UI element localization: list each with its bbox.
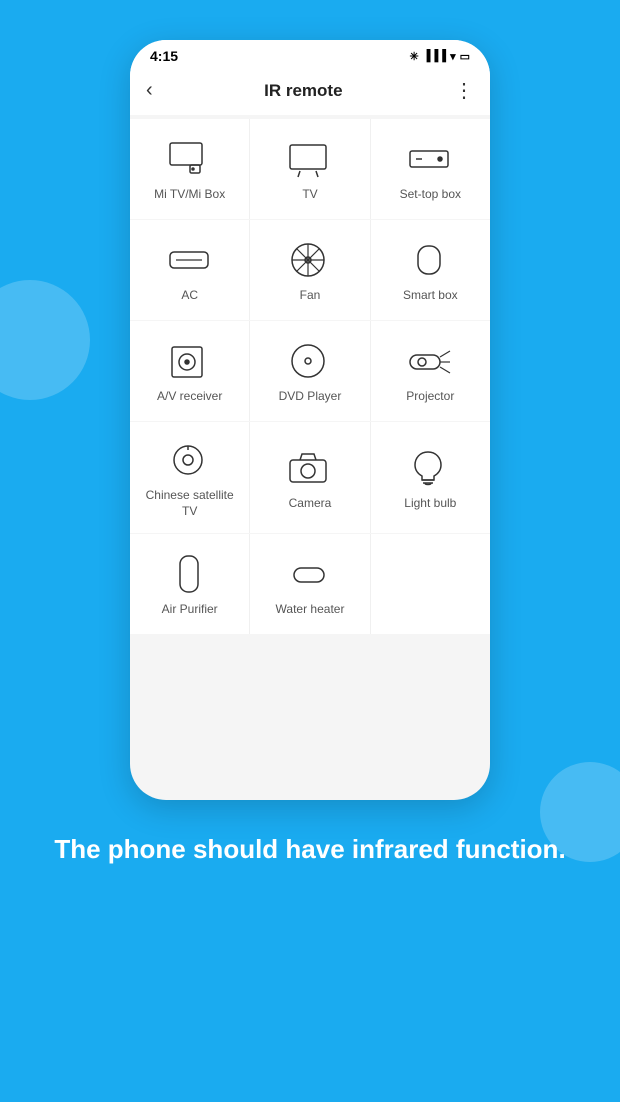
mi-tv-icon bbox=[166, 139, 214, 179]
grid-row-1: Mi TV/Mi Box TV bbox=[130, 119, 490, 219]
waterheater-label: Water heater bbox=[276, 602, 345, 618]
tv-label: TV bbox=[302, 187, 317, 203]
lightbulb-icon bbox=[406, 448, 454, 488]
empty-cell bbox=[371, 534, 490, 634]
lightbulb-label: Light bulb bbox=[404, 496, 456, 512]
page-title: IR remote bbox=[264, 81, 342, 101]
grid-row-5: Air Purifier Water heater bbox=[130, 534, 490, 634]
satellite-cell[interactable]: Chinese satellite TV bbox=[130, 422, 249, 533]
avreceiver-icon bbox=[166, 341, 214, 381]
smartbox-icon bbox=[406, 240, 454, 280]
smartbox-cell[interactable]: Smart box bbox=[371, 220, 490, 320]
settop-label: Set-top box bbox=[400, 187, 461, 203]
waterheater-icon bbox=[286, 554, 334, 594]
bluetooth-icon: ✳ bbox=[409, 50, 418, 63]
status-bar: 4:15 ✳ ▐▐▐ ▾ ▭ bbox=[130, 40, 490, 68]
dvd-label: DVD Player bbox=[279, 389, 342, 405]
grid-row-2: AC Fan bbox=[130, 220, 490, 320]
projector-icon bbox=[406, 341, 454, 381]
fan-cell[interactable]: Fan bbox=[250, 220, 369, 320]
camera-icon bbox=[286, 448, 334, 488]
ac-cell[interactable]: AC bbox=[130, 220, 249, 320]
waterheater-cell[interactable]: Water heater bbox=[250, 534, 369, 634]
status-time: 4:15 bbox=[150, 48, 178, 64]
header: ‹ IR remote ⋮ bbox=[130, 68, 490, 115]
back-button[interactable]: ‹ bbox=[146, 79, 153, 102]
grid-row-3: A/V receiver DVD Player bbox=[130, 321, 490, 421]
dvd-cell[interactable]: DVD Player bbox=[250, 321, 369, 421]
wifi-icon: ▾ bbox=[450, 50, 456, 63]
camera-cell[interactable]: Camera bbox=[250, 422, 369, 533]
bottom-caption: The phone should have infrared function. bbox=[14, 800, 605, 887]
airpurifier-icon bbox=[166, 554, 214, 594]
fan-icon bbox=[286, 240, 334, 280]
ac-icon bbox=[166, 240, 214, 280]
mi-tv-label: Mi TV/Mi Box bbox=[154, 187, 225, 203]
camera-label: Camera bbox=[289, 496, 332, 512]
avreceiver-label: A/V receiver bbox=[157, 389, 222, 405]
tv-cell[interactable]: TV bbox=[250, 119, 369, 219]
fan-label: Fan bbox=[300, 288, 321, 304]
phone-frame: 4:15 ✳ ▐▐▐ ▾ ▭ ‹ IR remote ⋮ bbox=[130, 40, 490, 800]
grid-row-4: Chinese satellite TV Camera bbox=[130, 422, 490, 533]
empty-icon bbox=[406, 562, 454, 602]
device-grid: Mi TV/Mi Box TV bbox=[130, 115, 490, 639]
more-menu-button[interactable]: ⋮ bbox=[454, 78, 474, 103]
smartbox-label: Smart box bbox=[403, 288, 458, 304]
avreceiver-cell[interactable]: A/V receiver bbox=[130, 321, 249, 421]
projector-cell[interactable]: Projector bbox=[371, 321, 490, 421]
signal-bars-icon: ▐▐▐ bbox=[423, 50, 446, 62]
ac-label: AC bbox=[181, 288, 198, 304]
dvd-icon bbox=[286, 341, 334, 381]
satellite-icon bbox=[166, 440, 214, 480]
settop-cell[interactable]: Set-top box bbox=[371, 119, 490, 219]
lightbulb-cell[interactable]: Light bulb bbox=[371, 422, 490, 533]
settop-icon bbox=[406, 139, 454, 179]
status-icons: ✳ ▐▐▐ ▾ ▭ bbox=[409, 50, 470, 63]
battery-icon: ▭ bbox=[460, 50, 470, 63]
airpurifier-cell[interactable]: Air Purifier bbox=[130, 534, 249, 634]
projector-label: Projector bbox=[406, 389, 454, 405]
mi-tv-cell[interactable]: Mi TV/Mi Box bbox=[130, 119, 249, 219]
airpurifier-label: Air Purifier bbox=[162, 602, 218, 618]
background-blob-left bbox=[0, 280, 90, 400]
satellite-label: Chinese satellite TV bbox=[138, 488, 241, 519]
tv-icon bbox=[286, 139, 334, 179]
